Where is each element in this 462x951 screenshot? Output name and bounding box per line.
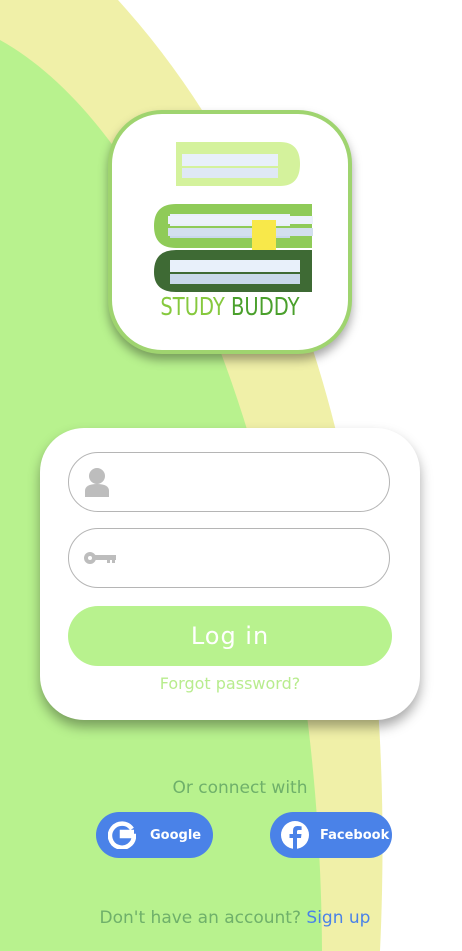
key-icon xyxy=(83,543,117,577)
facebook-label: Facebook xyxy=(320,827,390,843)
app-name: STUDY BUDDY xyxy=(138,292,322,321)
google-icon xyxy=(108,821,136,849)
username-input[interactable] xyxy=(129,463,383,503)
user-icon xyxy=(83,467,111,501)
app-name-word2: BUDDY xyxy=(231,292,300,321)
stacked-books-icon xyxy=(154,142,313,292)
google-label: Google xyxy=(150,827,202,843)
signup-prompt: Don't have an account? Sign up xyxy=(0,908,462,928)
app-logo: STUDY BUDDY xyxy=(108,110,352,354)
app-name-word1: STUDY xyxy=(160,292,225,321)
signup-prompt-text: Don't have an account? xyxy=(99,908,301,928)
login-form: Log in Forgot password? xyxy=(40,428,420,720)
password-field[interactable] xyxy=(68,528,390,588)
connect-with-label: Or connect with xyxy=(172,778,308,798)
signup-link[interactable]: Sign up xyxy=(306,908,370,928)
facebook-login-button[interactable]: Facebook xyxy=(270,812,392,858)
login-button[interactable]: Log in xyxy=(68,606,392,666)
forgot-password-link[interactable]: Forgot password? xyxy=(40,674,420,693)
google-login-button[interactable]: Google xyxy=(96,812,213,858)
username-field[interactable] xyxy=(68,452,390,512)
facebook-icon xyxy=(280,820,310,850)
password-input[interactable] xyxy=(129,539,383,579)
